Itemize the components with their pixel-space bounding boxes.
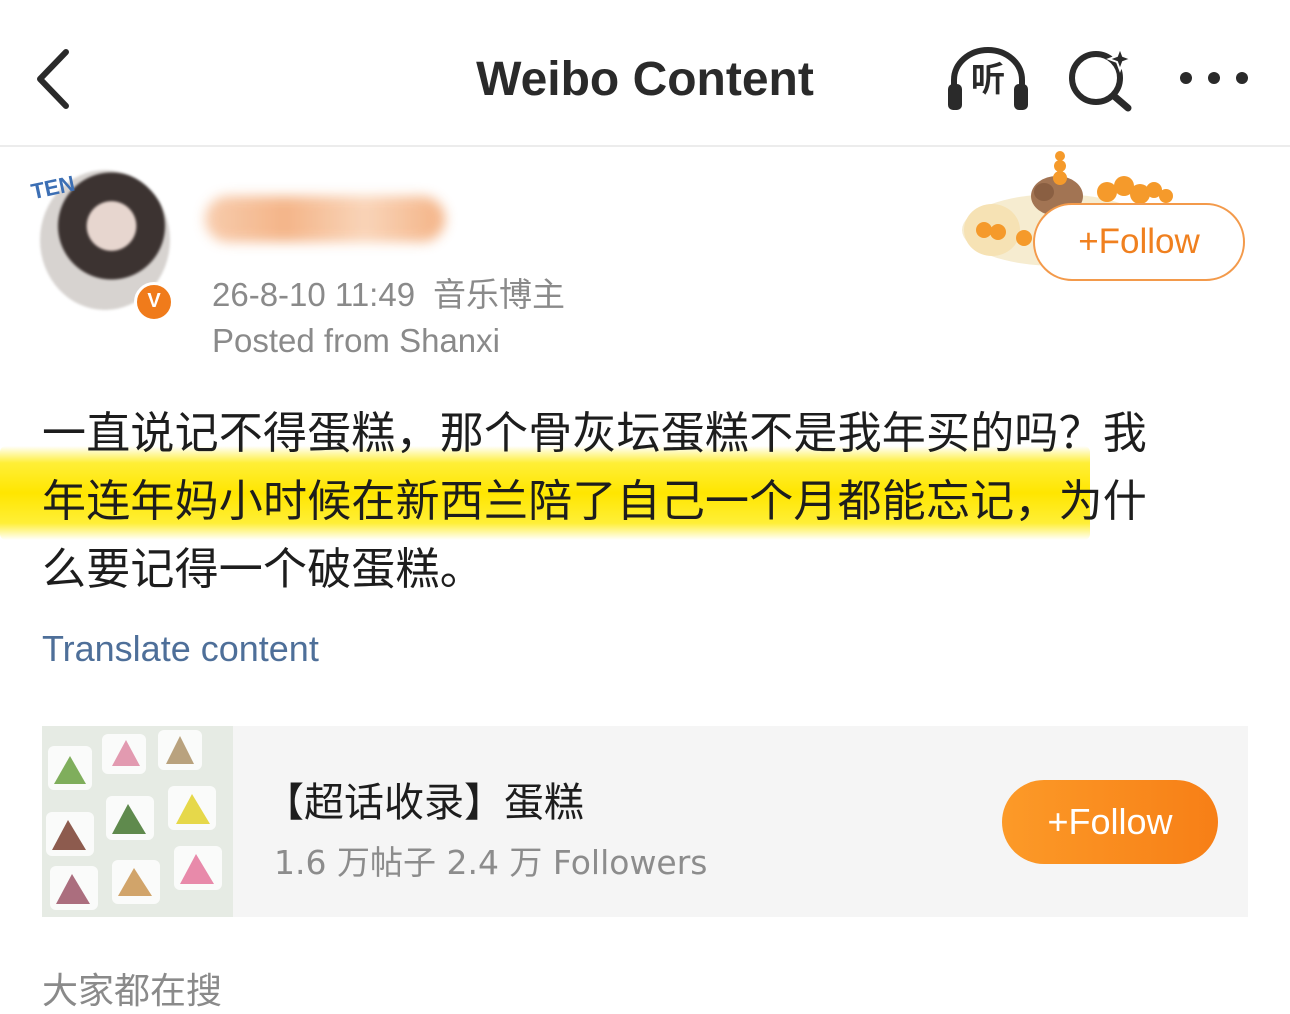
follow-topic-button[interactable]: +Follow [1002,780,1218,864]
search-button[interactable] [1064,44,1136,114]
follow-author-button[interactable]: +Follow [1033,203,1245,281]
more-options-button[interactable] [1176,56,1252,100]
translate-content-link[interactable]: Translate content [42,628,319,670]
author-name-blurred[interactable] [205,196,445,242]
trending-searches-heading: 大家都在搜 [42,971,223,1012]
post-location: Posted from Shanxi [212,322,500,359]
author-tag: 音乐博主 [433,276,566,313]
back-chevron-icon [37,49,69,109]
listen-button[interactable]: 听 [944,44,1032,114]
cake-slices-thumbnail-icon [42,726,233,917]
post-line-2-rest: ，为什 [1014,476,1148,527]
back-button[interactable] [30,44,82,114]
topic-thumbnail [42,726,233,917]
post-line-1: 一直说记不得蛋糕，那个骨灰坛蛋糕不是我年买的吗？我 [42,408,1147,459]
topic-stats: 1.6 万帖子 2.4 万 Followers [274,843,708,882]
post-meta: 26-8-10 11:49 音乐博主 [212,268,565,316]
author-avatar[interactable]: TEN V [29,170,176,322]
verified-badge-icon: V [134,282,174,322]
listen-label: 听 [971,60,1005,100]
more-dots-icon [1180,72,1248,84]
topic-title: 【超话收录】蛋糕 [264,780,584,826]
super-topic-card[interactable]: 【超话收录】蛋糕 1.6 万帖子 2.4 万 Followers +Follow [42,726,1248,917]
post-highlighted-text: 年连年妈小时候在新西兰陪了自己一个月都能忘记 [42,476,1015,527]
ai-search-icon [1069,45,1134,112]
post-line-3: 么要记得一个破蛋糕。 [42,544,484,595]
post-content: 一直说记不得蛋糕，那个骨灰坛蛋糕不是我年买的吗？我 年连年妈小时候在新西兰陪了自… [42,400,1242,604]
post-time: 26-8-10 11:49 [212,276,416,313]
post-line-2: 年连年妈小时候在新西兰陪了自己一个月都能忘记，为什 [42,468,1242,536]
